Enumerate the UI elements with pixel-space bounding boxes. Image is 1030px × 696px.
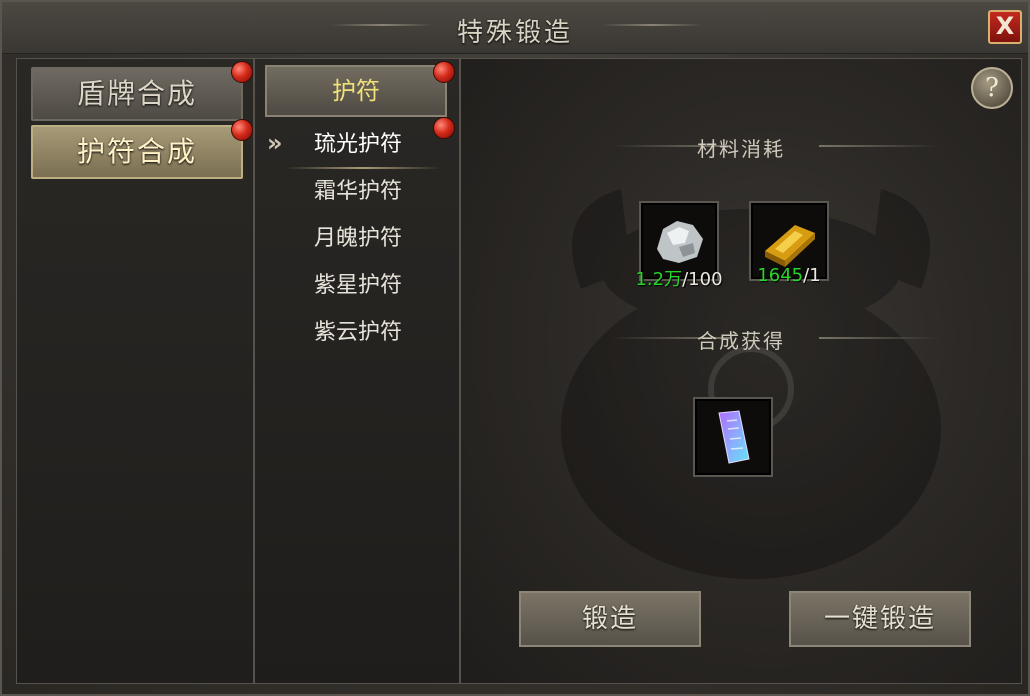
title-ornament-right bbox=[602, 24, 702, 26]
materials-label: 材料消耗 bbox=[697, 137, 785, 161]
help-button[interactable]: ? bbox=[971, 67, 1013, 109]
silver-ore-icon bbox=[657, 221, 703, 263]
talisman-item-liuguang-badge bbox=[433, 117, 455, 139]
selected-underline bbox=[285, 167, 441, 169]
forge-detail-panel: ? 材料消耗 1.2万/100 1645/1 合成获得 锻造 一键锻造 bbox=[460, 58, 1022, 684]
category-talisman-synthesis[interactable]: 护符合成 bbox=[31, 125, 243, 179]
special-forge-window: 特殊锻造 X 盾牌合成 护符合成 护符 » 琉光护符 霜华护符 月魄护符 紫星护… bbox=[0, 0, 1030, 696]
result-slot[interactable] bbox=[693, 397, 773, 477]
result-label: 合成获得 bbox=[697, 329, 785, 353]
forge-all-button[interactable]: 一键锻造 bbox=[789, 591, 971, 647]
crystal-talisman-icon bbox=[718, 410, 750, 464]
material-count-1: 1.2万/100 bbox=[619, 265, 739, 291]
window-title: 特殊锻造 bbox=[456, 18, 573, 48]
talisman-list-panel: 护符 » 琉光护符 霜华护符 月魄护符 紫星护符 紫云护符 bbox=[254, 58, 460, 684]
material-need-2: /1 bbox=[803, 265, 821, 286]
material-have-2: 1645 bbox=[757, 265, 804, 286]
close-button[interactable]: X bbox=[988, 10, 1022, 44]
category-shield-synthesis[interactable]: 盾牌合成 bbox=[31, 67, 243, 121]
category-talisman-badge bbox=[231, 119, 253, 141]
talisman-item-yuepo[interactable]: 月魄护符 bbox=[255, 217, 461, 261]
title-bar: 特殊锻造 X bbox=[2, 2, 1028, 54]
material-count-2: 1645/1 bbox=[729, 265, 849, 286]
materials-ornament-right bbox=[819, 145, 939, 147]
talisman-item-zixing[interactable]: 紫星护符 bbox=[255, 264, 461, 308]
talisman-item-shuanghua[interactable]: 霜华护符 bbox=[255, 170, 461, 214]
category-shield-badge bbox=[231, 61, 253, 83]
talisman-item-ziyun[interactable]: 紫云护符 bbox=[255, 311, 461, 355]
talisman-item-liuguang[interactable]: 琉光护符 bbox=[255, 123, 461, 167]
material-have-1: 1.2万 bbox=[635, 269, 683, 290]
forge-button[interactable]: 锻造 bbox=[519, 591, 701, 647]
category-panel: 盾牌合成 护符合成 bbox=[16, 58, 254, 684]
cauldron-background-art bbox=[561, 189, 941, 579]
material-need-1: /100 bbox=[682, 269, 723, 290]
gold-bar-icon bbox=[765, 225, 815, 267]
talisman-header-tab[interactable]: 护符 bbox=[265, 65, 447, 117]
result-ornament-right bbox=[819, 337, 939, 339]
talisman-header-badge bbox=[433, 61, 455, 83]
